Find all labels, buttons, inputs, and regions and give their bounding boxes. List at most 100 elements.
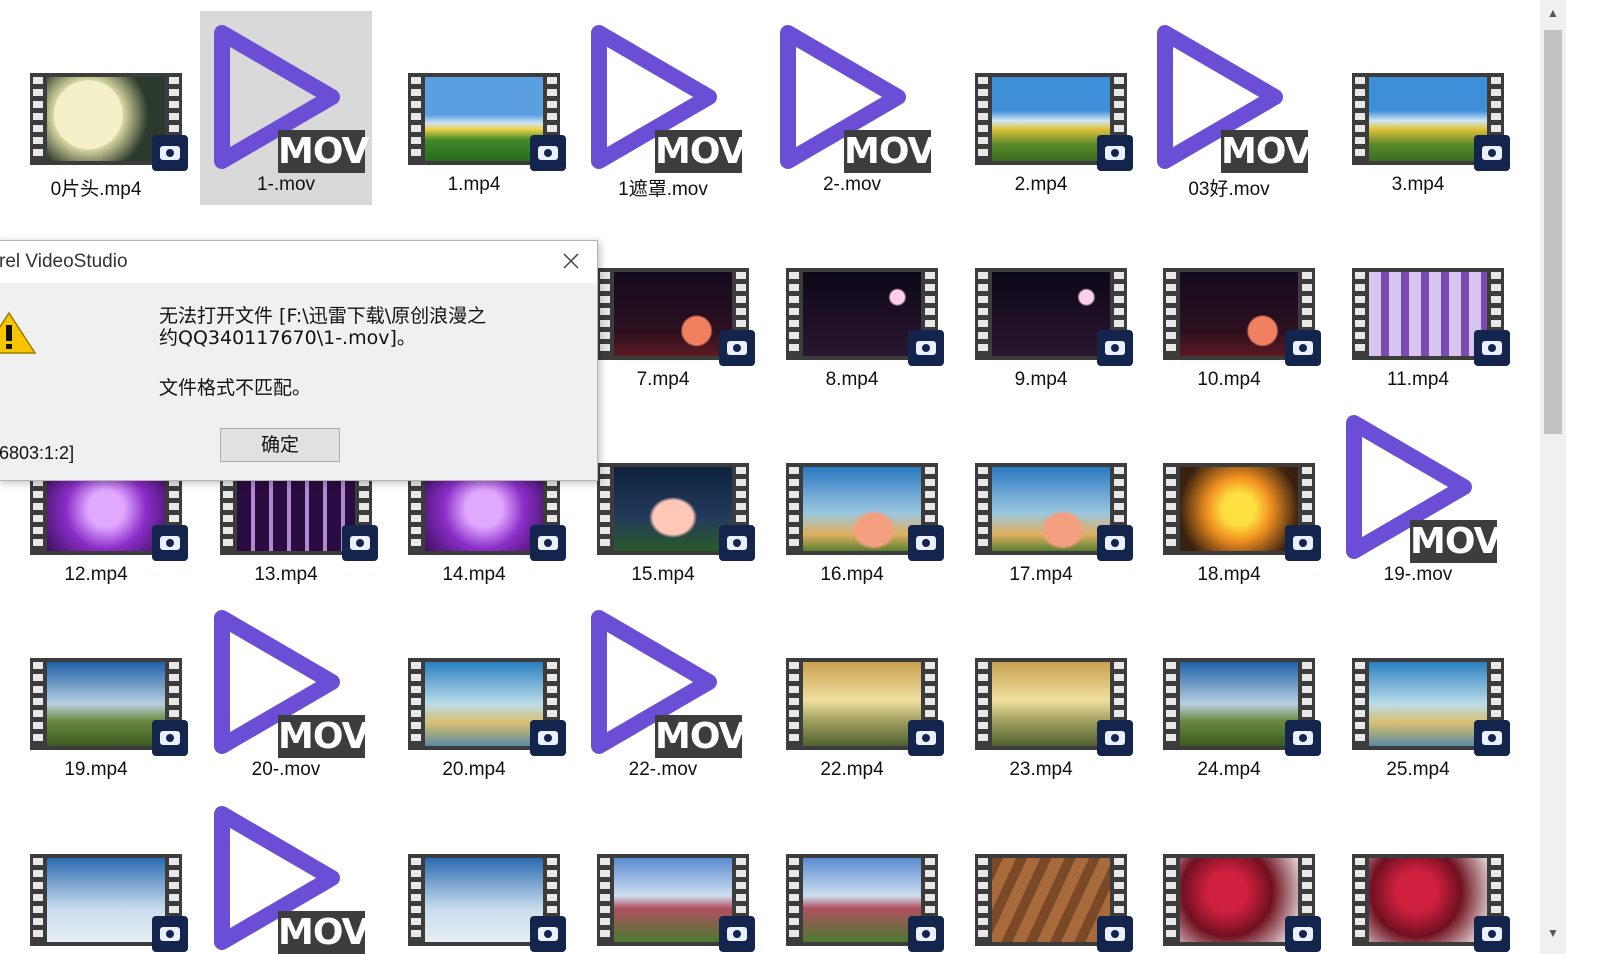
videostudio-badge-icon [719,525,755,561]
file-tile[interactable]: 20.mp4 [388,596,566,790]
dialog-title: rel VideoStudio [0,251,128,272]
file-tile[interactable]: 15.mp4 [577,401,755,595]
file-tile[interactable]: MOV 20-.mov [200,596,372,790]
video-thumbnail [766,596,944,766]
file-name: 8.mp4 [825,369,879,390]
file-tile[interactable] [955,792,1133,954]
vertical-scrollbar[interactable]: ▲ ▼ [1540,0,1566,954]
file-tile[interactable] [10,792,188,954]
file-tile[interactable]: 8.mp4 [766,206,944,400]
file-tile[interactable]: 25.mp4 [1332,596,1510,790]
file-tile[interactable]: 23.mp4 [955,596,1133,790]
video-thumbnail [388,596,566,766]
videostudio-badge-icon [152,720,188,756]
video-thumbnail [1143,401,1321,571]
file-name: 3.mp4 [1391,174,1445,195]
file-name: 16.mp4 [820,564,884,585]
file-tile[interactable] [1332,792,1510,954]
file-tile[interactable]: 19.mp4 [10,596,188,790]
video-thumbnail [1332,596,1510,766]
video-thumbnail [955,596,1133,766]
file-name: 1.mp4 [447,174,501,195]
videostudio-badge-icon [152,135,188,171]
video-thumbnail [955,11,1133,181]
mov-file-icon: MOV [766,11,938,181]
file-tile[interactable]: MOV 1-.mov [200,11,372,205]
file-tile[interactable]: 16.mp4 [766,401,944,595]
file-tile[interactable]: 17.mp4 [955,401,1133,595]
file-tile[interactable]: 24.mp4 [1143,596,1321,790]
file-tile[interactable]: 18.mp4 [1143,401,1321,595]
close-icon[interactable] [559,249,583,273]
videostudio-badge-icon [530,525,566,561]
videostudio-badge-icon [1474,330,1510,366]
file-tile[interactable] [577,792,755,954]
error-dialog: rel VideoStudio 无法打开文件 [F:\迅雷下载\原创浪漫之 约Q… [0,240,598,481]
videostudio-badge-icon [908,916,944,952]
dialog-titlebar[interactable]: rel VideoStudio [0,241,597,283]
file-tile[interactable]: MOV 1遮罩.mov [577,11,749,205]
mov-badge: MOV [1221,130,1312,173]
video-thumbnail [1332,11,1510,181]
file-tile[interactable] [1143,792,1321,954]
video-thumbnail [1143,792,1321,954]
file-name: 17.mp4 [1009,564,1073,585]
videostudio-badge-icon [1474,720,1510,756]
file-name: 15.mp4 [631,564,695,585]
mov-file-icon: MOV [1332,401,1504,571]
file-name: 24.mp4 [1197,759,1261,780]
mov-badge: MOV [278,715,369,758]
file-tile[interactable] [766,792,944,954]
scroll-down-arrow-icon[interactable]: ▼ [1540,922,1566,944]
file-tile[interactable]: MOV 2-.mov [766,11,938,205]
file-tile[interactable]: MOV 03好.mov [1143,11,1315,205]
file-tile[interactable]: 22.mp4 [766,596,944,790]
ok-button[interactable]: 确定 [220,428,340,462]
videostudio-badge-icon [1285,916,1321,952]
videostudio-badge-icon [1097,525,1133,561]
file-tile[interactable]: 11.mp4 [1332,206,1510,400]
videostudio-badge-icon [1474,916,1510,952]
file-tile[interactable]: MOV 19-.mov [1332,401,1504,595]
file-name: 22-.mov [628,759,698,780]
video-thumbnail [577,792,755,954]
file-tile[interactable]: 1.mp4 [388,11,566,205]
video-thumbnail [388,11,566,181]
dialog-error-code: 6803:1:2] [0,443,75,463]
file-tile[interactable] [388,792,566,954]
video-thumbnail [1143,206,1321,376]
video-thumbnail [955,401,1133,571]
file-tile[interactable]: 0片头.mp4 [10,11,188,205]
file-tile[interactable]: 7.mp4 [577,206,755,400]
file-tile[interactable]: 9.mp4 [955,206,1133,400]
file-tile[interactable]: 3.mp4 [1332,11,1510,205]
file-name: 19.mp4 [64,759,128,780]
videostudio-badge-icon [1474,135,1510,171]
file-name: 18.mp4 [1197,564,1261,585]
file-name: 2-.mov [822,174,882,195]
video-thumbnail [10,11,188,181]
videostudio-badge-icon [1097,135,1133,171]
scroll-thumb[interactable] [1544,30,1562,434]
video-thumbnail [766,206,944,376]
file-tile[interactable]: 10.mp4 [1143,206,1321,400]
videostudio-badge-icon [1285,720,1321,756]
videostudio-badge-icon [908,330,944,366]
video-thumbnail [10,596,188,766]
video-thumbnail [955,206,1133,376]
videostudio-badge-icon [152,525,188,561]
mov-file-icon: MOV [200,596,372,766]
videostudio-badge-icon [908,525,944,561]
file-name: 9.mp4 [1014,369,1068,390]
file-tile[interactable]: MOV [200,792,372,954]
videostudio-badge-icon [908,720,944,756]
file-name: 0片头.mp4 [50,179,142,200]
file-tile[interactable]: MOV 22-.mov [577,596,749,790]
file-name: 13.mp4 [254,564,318,585]
videostudio-badge-icon [719,330,755,366]
video-thumbnail [1143,596,1321,766]
scroll-up-arrow-icon[interactable]: ▲ [1540,2,1566,24]
file-name: 20.mp4 [442,759,506,780]
file-tile[interactable]: 2.mp4 [955,11,1133,205]
video-thumbnail [766,401,944,571]
